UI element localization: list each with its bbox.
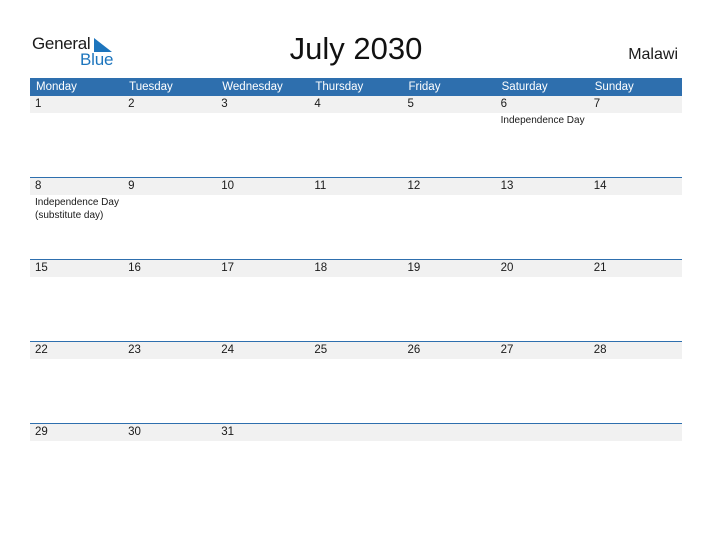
- weekday-wednesday: Wednesday: [222, 81, 283, 93]
- day-number: 5: [407, 98, 414, 110]
- events-area: Independence Day: [30, 113, 682, 127]
- day-number: 30: [128, 426, 141, 438]
- events-area: [30, 277, 682, 278]
- week-row: 8 9 10 11 12 13 14 Independence Day (substitute…: [30, 177, 682, 259]
- day-number: 24: [221, 344, 235, 356]
- day-event: [216, 441, 309, 442]
- day-number: 29: [35, 426, 48, 438]
- weekday-thursday: Thursday: [315, 81, 364, 93]
- day-event: [309, 277, 402, 278]
- events-area: [30, 359, 682, 360]
- date-bar: 22 23 24 25 26 27 28: [30, 342, 682, 359]
- day-number: [496, 424, 589, 441]
- day-number: 21: [593, 262, 607, 274]
- day-event: [403, 113, 496, 127]
- day-number: 22: [35, 344, 48, 356]
- calendar-title: July 2030: [289, 31, 423, 66]
- day-event: [309, 195, 402, 222]
- day-number: 31: [221, 426, 235, 438]
- weekday-friday: Friday: [408, 81, 441, 93]
- day-event: [123, 195, 216, 222]
- day-event: [30, 113, 123, 127]
- day-event: [589, 113, 682, 127]
- day-number: 20: [500, 262, 514, 274]
- events-area: Independence Day (substitute day): [30, 195, 682, 222]
- day-number: 6: [500, 98, 508, 110]
- day-number: 19: [407, 262, 421, 274]
- weekday-header: Monday Tuesday Wednesday Thursday Friday…: [30, 78, 682, 96]
- day-event: [309, 359, 402, 360]
- day-event: [30, 359, 123, 360]
- day-event: [589, 441, 682, 442]
- day-number: 2: [128, 98, 135, 110]
- day-event: Independence Day (substitute day): [35, 197, 119, 221]
- events-area: [30, 441, 682, 442]
- day-event: [403, 359, 496, 360]
- day-number: [309, 424, 402, 441]
- day-number: 17: [221, 262, 235, 274]
- weekday-sunday: Sunday: [594, 81, 634, 93]
- day-event: [30, 441, 123, 442]
- day-event: [123, 113, 216, 127]
- weekday-tuesday: Tuesday: [129, 81, 173, 93]
- day-event: [403, 195, 496, 222]
- day-event: [123, 359, 216, 360]
- day-event: [216, 359, 309, 360]
- week-row: 1 2 3 4 5 6 7 Independence Day: [30, 96, 682, 177]
- day-number: 7: [593, 98, 601, 110]
- day-number: [589, 424, 682, 441]
- day-number: 13: [500, 180, 514, 192]
- day-number: 8: [35, 180, 42, 192]
- day-event: [403, 277, 496, 278]
- weekday-monday: Monday: [36, 81, 77, 93]
- week-row: 29 30 31: [30, 423, 682, 505]
- day-event: [496, 359, 589, 360]
- day-number: 11: [314, 180, 327, 192]
- day-event: [216, 277, 309, 278]
- date-bar: 1 2 3 4 5 6 7: [30, 96, 682, 113]
- day-number: 12: [407, 180, 421, 192]
- day-number: 15: [35, 262, 48, 274]
- day-number: 10: [221, 180, 235, 192]
- week-row: 15 16 17 18 19 20 21: [30, 259, 682, 341]
- day-number: 23: [128, 344, 141, 356]
- day-event: [30, 277, 123, 278]
- day-event: [496, 441, 589, 442]
- day-event: [123, 441, 216, 442]
- day-number: 1: [35, 98, 42, 110]
- day-number: 14: [593, 180, 607, 192]
- day-number: 25: [314, 344, 328, 356]
- date-bar: 8 9 10 11 12 13 14: [30, 178, 682, 195]
- day-event: [496, 277, 589, 278]
- weekday-saturday: Saturday: [501, 81, 548, 93]
- day-event: [403, 441, 496, 442]
- weeks-container: 1 2 3 4 5 6 7 Independence Day 8 9 10 11 12 13 14 Indep…: [30, 96, 682, 505]
- day-event: [496, 195, 589, 222]
- day-number: 3: [221, 98, 228, 110]
- day-number: 18: [314, 262, 328, 274]
- day-event: [123, 277, 216, 278]
- day-event: [309, 113, 402, 127]
- day-number: 26: [407, 344, 421, 356]
- country-label: Malawi: [628, 46, 678, 63]
- day-number: 28: [593, 344, 607, 356]
- calendar-grid: Monday Tuesday Wednesday Thursday Friday…: [30, 78, 682, 505]
- day-event: [309, 441, 402, 442]
- date-bar: 29 30 31: [30, 424, 682, 441]
- day-number: 27: [500, 344, 514, 356]
- day-event: [589, 359, 682, 360]
- day-event: [589, 277, 682, 278]
- day-number: 4: [314, 98, 321, 110]
- day-number: [403, 424, 496, 441]
- week-row: 22 23 24 25 26 27 28: [30, 341, 682, 423]
- date-bar: 15 16 17 18 19 20 21: [30, 260, 682, 277]
- day-number: 9: [128, 180, 135, 192]
- day-event: Independence Day: [500, 115, 585, 126]
- day-event: [216, 113, 309, 127]
- day-event: [216, 195, 309, 222]
- day-event: [589, 195, 682, 222]
- day-number: 16: [128, 262, 141, 274]
